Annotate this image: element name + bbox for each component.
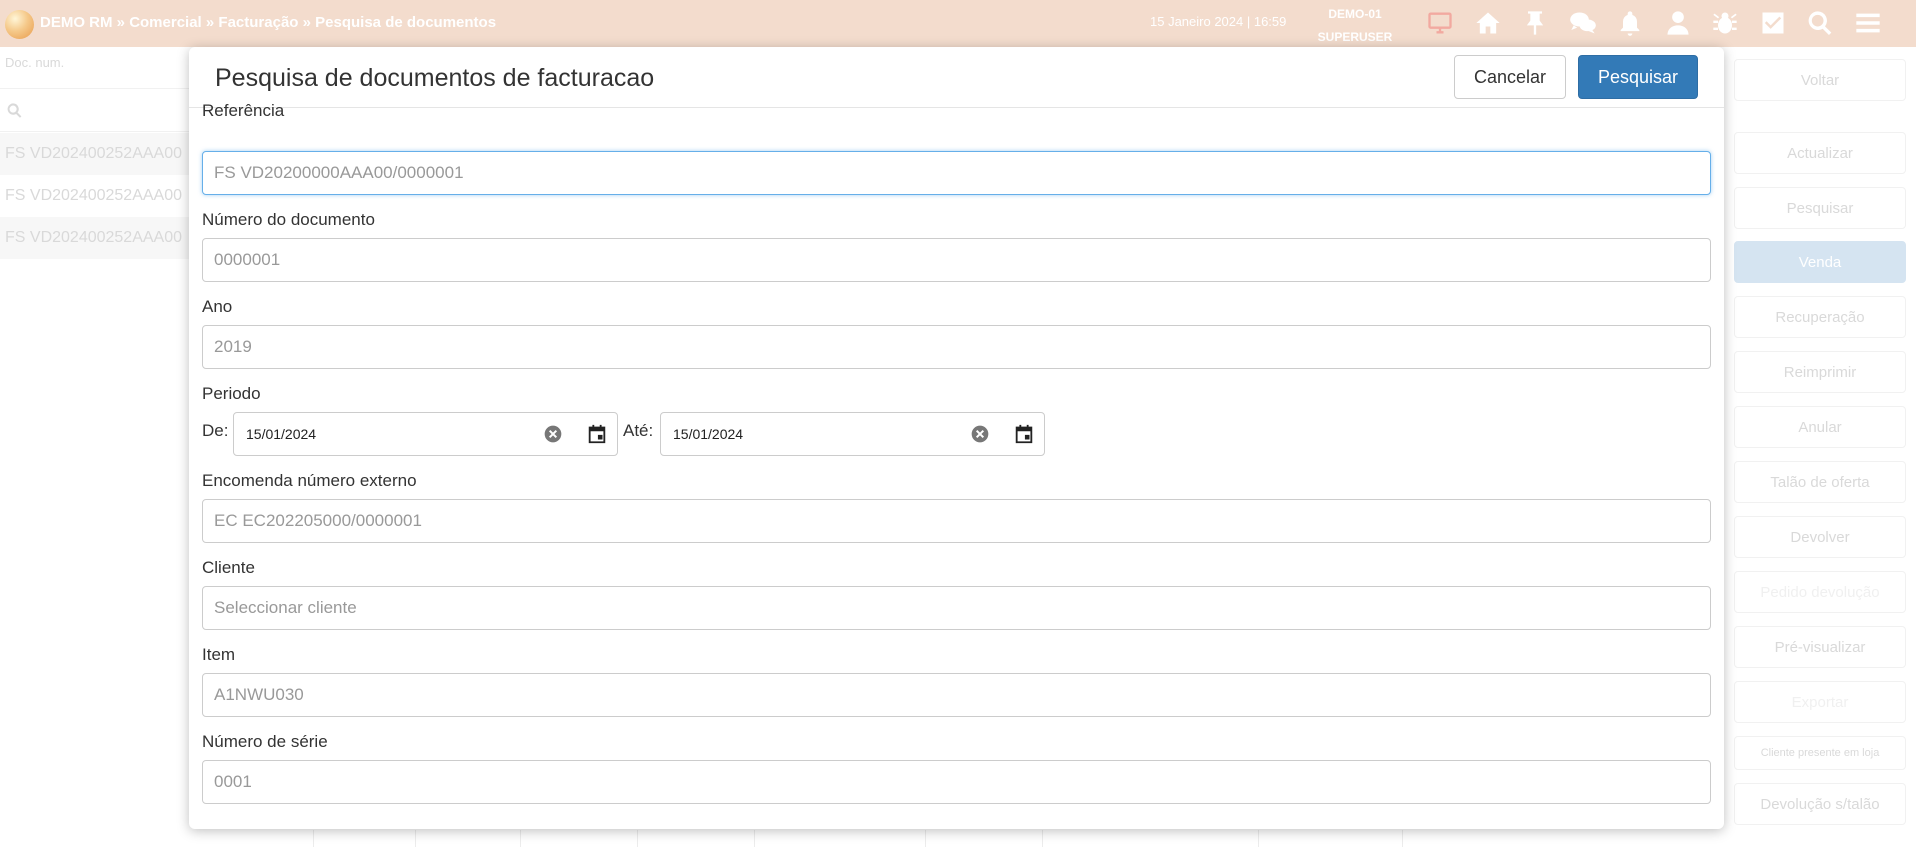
period-label: Periodo: [202, 384, 261, 403]
year-input[interactable]: [202, 325, 1711, 369]
period-from-label: De:: [202, 421, 229, 440]
doc-num-filter[interactable]: Doc. num.: [0, 55, 190, 70]
clear-icon[interactable]: [543, 424, 563, 444]
cancel-button[interactable]: Cancelar: [1454, 55, 1566, 99]
user-name: SUPERUSER: [1317, 30, 1393, 44]
customer-select[interactable]: [202, 586, 1711, 630]
table-column-dividers: [190, 830, 1730, 847]
modal-header: Pesquisa de documentos de facturacao Can…: [189, 47, 1724, 108]
refresh-button[interactable]: Actualizar: [1734, 132, 1906, 174]
cancel-doc-button[interactable]: Anular: [1734, 406, 1906, 448]
top-icons: [1425, 8, 1900, 38]
clear-icon[interactable]: [970, 424, 990, 444]
breadcrumb-facturacao[interactable]: Facturação: [218, 14, 298, 31]
period-to-input[interactable]: [661, 413, 961, 455]
breadcrumb-current: Pesquisa de documentos: [315, 14, 497, 31]
search-button-bg[interactable]: Pesquisar: [1734, 187, 1906, 229]
customer-in-store-button[interactable]: Cliente presente em loja: [1734, 736, 1906, 770]
user-icon[interactable]: [1663, 8, 1693, 38]
chat-icon[interactable]: [1568, 8, 1598, 38]
return-button[interactable]: Devolver: [1734, 516, 1906, 558]
reference-label: Referência: [202, 101, 285, 120]
external-order-label: Encomenda número externo: [202, 471, 417, 490]
search-documents-modal: Pesquisa de documentos de facturacao Can…: [189, 47, 1724, 829]
serial-number-input[interactable]: [202, 760, 1711, 804]
calendar-icon[interactable]: [1013, 423, 1035, 445]
bell-icon[interactable]: [1615, 8, 1645, 38]
recovery-button[interactable]: Recuperação: [1734, 296, 1906, 338]
search-button[interactable]: Pesquisar: [1578, 55, 1698, 99]
period-from-datepicker[interactable]: [233, 412, 618, 456]
customer-label: Cliente: [202, 558, 255, 577]
document-number-input[interactable]: [202, 238, 1711, 282]
export-button[interactable]: Exportar: [1734, 681, 1906, 723]
monitor-icon[interactable]: [1425, 8, 1455, 38]
company-name: DEMO-01: [1328, 7, 1382, 21]
period-from-input[interactable]: [234, 413, 534, 455]
search-icon: [7, 103, 22, 118]
search-icon[interactable]: [1805, 8, 1835, 38]
table-row[interactable]: FS VD202400252AAA00: [0, 133, 190, 175]
year-label: Ano: [202, 297, 233, 316]
item-input[interactable]: [202, 673, 1711, 717]
breadcrumb-comercial[interactable]: Comercial: [129, 14, 202, 31]
breadcrumb-app[interactable]: DEMO RM: [40, 14, 113, 31]
datetime-display: 15 Janeiro 2024 | 16:59: [1150, 14, 1287, 29]
table-row[interactable]: FS VD202400252AAA00: [0, 217, 190, 259]
top-bar: DEMO RM » Comercial » Facturação » Pesqu…: [0, 0, 1916, 47]
calendar-icon[interactable]: [586, 423, 608, 445]
item-label: Item: [202, 645, 236, 664]
back-button[interactable]: Voltar: [1734, 59, 1906, 101]
sale-button[interactable]: Venda: [1734, 241, 1906, 283]
background-search-bar[interactable]: [0, 88, 190, 132]
document-number-label: Número do documento: [202, 210, 375, 229]
return-no-receipt-button[interactable]: Devolução s/talão: [1734, 783, 1906, 825]
preview-button[interactable]: Pré-visualizar: [1734, 626, 1906, 668]
home-icon[interactable]: [1473, 8, 1503, 38]
menu-icon[interactable]: [1853, 8, 1883, 38]
serial-number-label: Número de série: [202, 732, 328, 751]
pin-icon[interactable]: [1520, 8, 1550, 38]
bug-icon[interactable]: [1710, 8, 1740, 38]
period-to-label: Até:: [623, 421, 654, 440]
period-to-datepicker[interactable]: [660, 412, 1045, 456]
modal-title: Pesquisa de documentos de facturacao: [215, 64, 655, 92]
user-info[interactable]: DEMO-01 SUPERUSER: [1300, 3, 1410, 49]
app-logo[interactable]: [5, 10, 34, 39]
return-request-button[interactable]: Pedido devolução: [1734, 571, 1906, 613]
breadcrumb: DEMO RM » Comercial » Facturação » Pesqu…: [40, 14, 497, 31]
external-order-input[interactable]: [202, 499, 1711, 543]
reprint-button[interactable]: Reimprimir: [1734, 351, 1906, 393]
gift-receipt-button[interactable]: Talão de oferta: [1734, 461, 1906, 503]
table-row[interactable]: FS VD202400252AAA00: [0, 175, 190, 217]
reference-input[interactable]: [202, 151, 1711, 195]
checkbox-icon[interactable]: [1758, 8, 1788, 38]
